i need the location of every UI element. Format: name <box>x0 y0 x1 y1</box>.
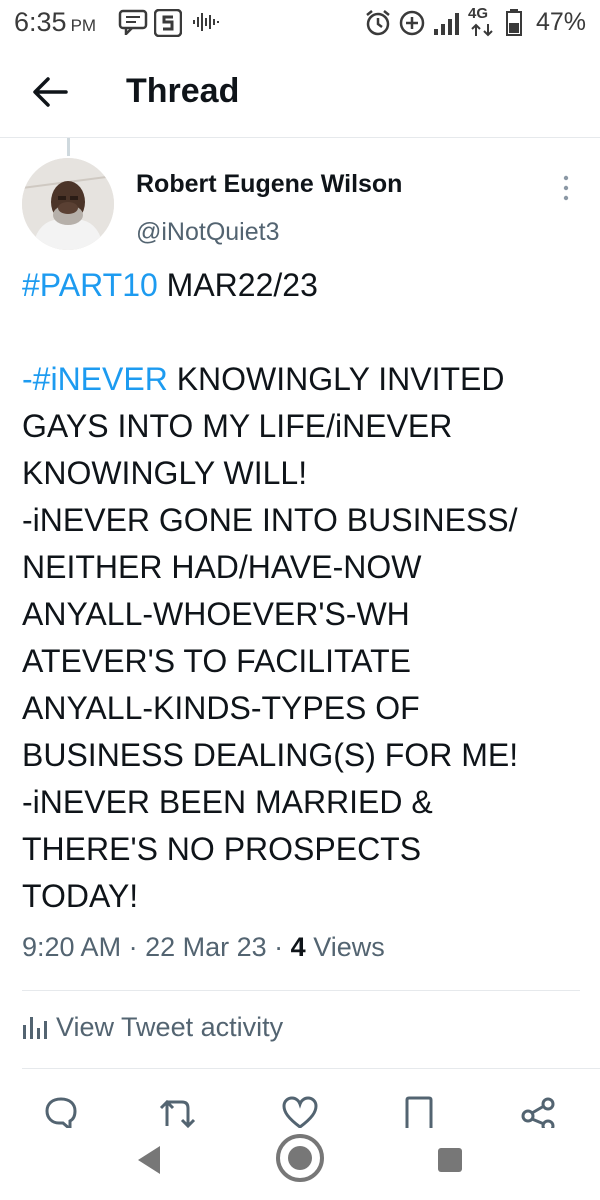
tweet-text: #PART10 MAR22/23 -#iNEVER KNOWINGLY INVI… <box>22 262 582 920</box>
nav-back-icon[interactable] <box>134 1144 164 1176</box>
retweet-icon[interactable] <box>158 1096 198 1128</box>
battery-percent: 47% <box>535 8 586 36</box>
system-nav-bar <box>0 1128 600 1200</box>
tweet-line-text: MAR22/23 <box>157 267 318 303</box>
author-name[interactable]: Robert Eugene Wilson <box>136 170 402 199</box>
status-bar: 6:35 PM 4G 47% <box>0 0 600 46</box>
tweet-line: ATEVER'S TO FACILITATE <box>22 643 412 679</box>
tweet-time: 9:20 AM <box>22 932 122 962</box>
tweet-line: THERE'S NO PROSPECTS <box>22 831 422 867</box>
tweet-line: -#iNEVER KNOWINGLY INVITED <box>22 356 582 403</box>
reply-icon[interactable] <box>44 1096 78 1128</box>
network-4g-icon: 4G <box>468 6 502 38</box>
bookmark-icon[interactable] <box>404 1096 434 1128</box>
divider <box>22 990 580 991</box>
hashtag-link[interactable]: #PART10 <box>22 267 158 303</box>
signal-icon <box>434 13 459 35</box>
arrow-left-icon[interactable] <box>30 74 70 110</box>
tweet-line: BUSINESS DEALING(S) FOR ME! <box>22 737 519 773</box>
thread-connector-line <box>67 138 70 156</box>
view-tweet-activity-link[interactable]: View Tweet activity <box>22 1012 283 1043</box>
network-label: 4G <box>468 5 489 22</box>
data-saver-icon <box>399 10 425 36</box>
bar-chart-icon <box>23 1017 47 1039</box>
status-time-value: 6:35 <box>14 7 67 37</box>
meta-separator: · <box>274 932 291 962</box>
tweet-line: -iNEVER BEEN MARRIED & <box>22 784 433 820</box>
divider <box>22 1068 600 1069</box>
tweet-action-bar <box>0 1088 600 1128</box>
tweet-line: GAYS INTO MY LIFE/iNEVER <box>22 408 453 444</box>
hashtag-link[interactable]: -#iNEVER <box>22 361 168 397</box>
views-count: 4 <box>290 932 306 962</box>
views-label: Views <box>313 932 385 962</box>
tweet-line: TODAY! <box>22 878 139 914</box>
activity-label: View Tweet activity <box>56 1012 284 1042</box>
page-title: Thread <box>126 72 240 110</box>
tweet-line: ANYALL-KINDS-TYPES OF <box>22 690 420 726</box>
profile-photo <box>22 158 114 250</box>
avatar[interactable] <box>22 158 114 250</box>
battery-icon <box>506 9 522 36</box>
tweet-date: 22 Mar 23 <box>145 932 267 962</box>
tweet-line: NEITHER HAD/HAVE-NOW <box>22 549 422 585</box>
status-time: 6:35 PM <box>14 7 96 38</box>
tweet-line: -iNEVER GONE INTO BUSINESS/ <box>22 502 518 538</box>
tweet-meta: 9:20 AM · 22 Mar 23 · 4 Views <box>22 932 385 963</box>
share-icon[interactable] <box>520 1096 556 1128</box>
tweet-line: #PART10 MAR22/23 <box>22 262 582 309</box>
tweet-line: ANYALL-WHOEVER'S-WH <box>22 596 410 632</box>
alarm-icon <box>366 10 390 36</box>
nav-recents-icon[interactable] <box>436 1146 464 1174</box>
voicemail-wave-icon <box>193 13 219 31</box>
tweet-line: KNOWINGLY WILL! <box>22 455 308 491</box>
nav-home-icon[interactable] <box>274 1132 326 1184</box>
app-s-icon <box>154 9 182 37</box>
thread-header: Thread <box>0 46 600 138</box>
heart-icon[interactable] <box>282 1096 318 1128</box>
more-vertical-icon[interactable] <box>556 172 576 204</box>
tweet-line-text: KNOWINGLY INVITED <box>167 361 505 397</box>
meta-separator: · <box>128 932 146 962</box>
status-time-ampm: PM <box>70 16 97 35</box>
message-icon <box>118 9 148 35</box>
author-handle[interactable]: @iNotQuiet3 <box>136 218 280 247</box>
